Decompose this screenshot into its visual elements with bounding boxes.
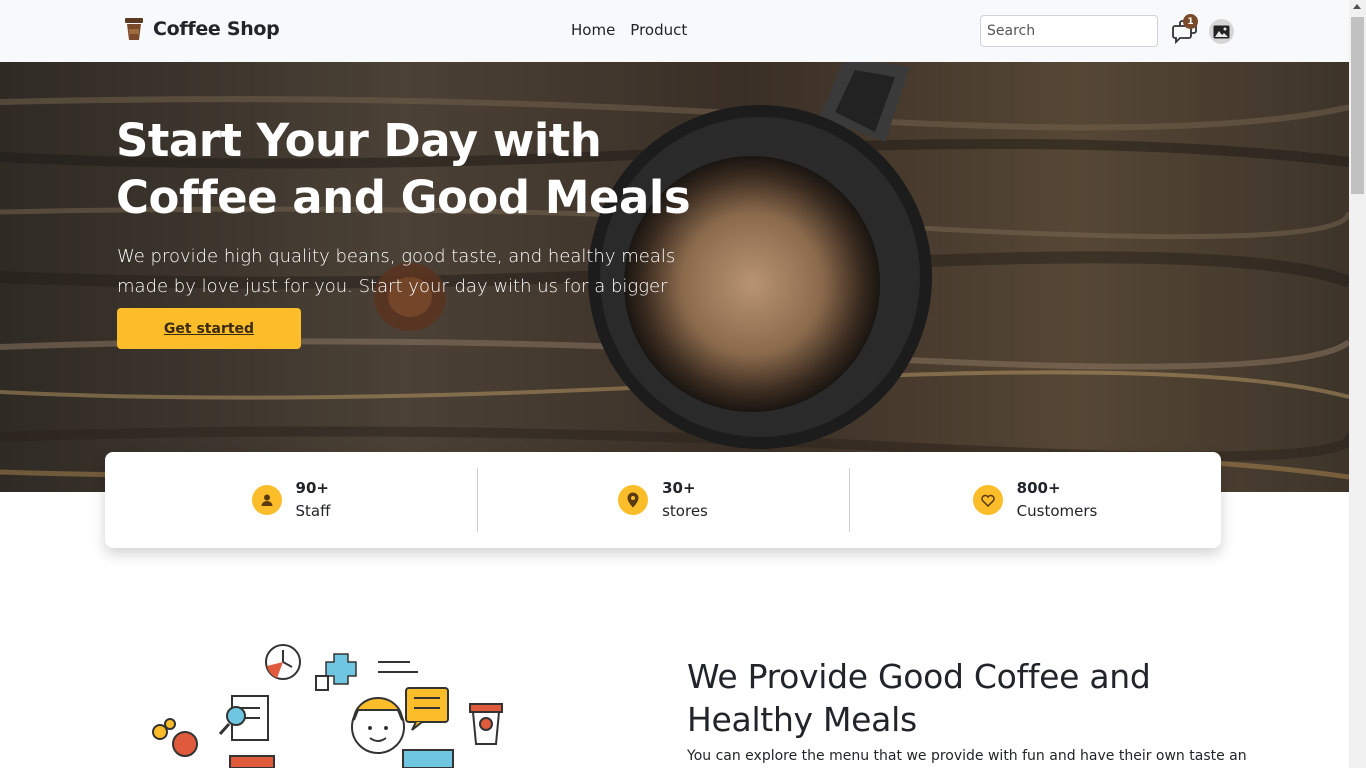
about-title-line1: We Provide Good Coffee and <box>687 657 1151 696</box>
page-scrollbar[interactable] <box>1349 0 1366 768</box>
nav-link-product[interactable]: Product <box>630 21 687 39</box>
stat-staff: 90+ Staff <box>105 452 477 548</box>
about-text: You can explore the menu that we provide… <box>687 748 1247 764</box>
hero-section: Start Your Day with Coffee and Good Meal… <box>0 62 1349 492</box>
get-started-button[interactable]: Get started <box>117 308 301 349</box>
stat-value: 90+ <box>295 479 329 497</box>
search-input[interactable] <box>980 15 1158 47</box>
image-icon <box>1213 25 1230 38</box>
navbar: Coffee Shop Home Product 1 <box>0 0 1349 62</box>
map-pin-icon <box>618 485 649 515</box>
stat-customers: 800+ Customers <box>849 452 1221 548</box>
stat-value: 800+ <box>1016 479 1061 497</box>
stats-card: 90+ Staff 30+ stores 800+ Customers <box>105 452 1221 548</box>
stat-value: 30+ <box>662 479 696 497</box>
about-title: We Provide Good Coffee and Healthy Meals <box>687 655 1247 741</box>
stat-label: stores <box>662 502 708 520</box>
user-icon <box>251 485 282 515</box>
hero-title: Start Your Day with Coffee and Good Meal… <box>116 112 736 226</box>
scroll-thumb[interactable] <box>1351 17 1364 194</box>
nav-links: Home Product <box>571 21 687 39</box>
stat-stores: 30+ stores <box>477 452 849 548</box>
hero-subtitle-line1: We provide high quality beans, good tast… <box>117 246 676 267</box>
coffee-illustration <box>152 644 503 768</box>
brand-link[interactable]: Coffee Shop <box>124 17 280 41</box>
hero-title-line1: Start Your Day with <box>116 114 602 167</box>
heart-icon <box>972 485 1003 515</box>
hero-title-line2: Coffee and Good Meals <box>116 171 691 224</box>
coffee-cup-icon <box>125 18 143 40</box>
stat-label: Staff <box>295 502 331 520</box>
avatar[interactable] <box>1209 19 1234 44</box>
about-title-line2: Healthy Meals <box>687 700 917 739</box>
stat-label: Customers <box>1016 502 1098 520</box>
nav-link-home[interactable]: Home <box>571 21 615 39</box>
notification-badge: 1 <box>1183 14 1198 29</box>
scroll-up-arrow-icon[interactable] <box>1353 4 1361 9</box>
brand-name: Coffee Shop <box>153 18 280 40</box>
